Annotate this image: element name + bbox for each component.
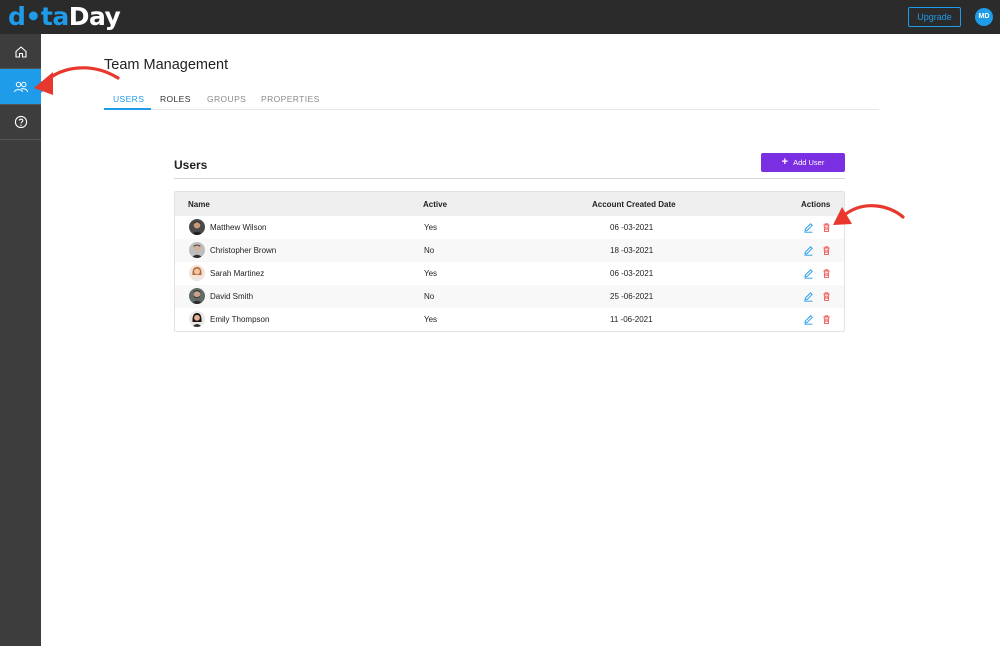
table-row[interactable]: Matthew Wilson Yes 06 -03-2021 [175,216,844,239]
top-bar: d•taDay Upgrade MD [0,0,1000,34]
delete-trash-icon[interactable] [821,222,832,233]
user-created-date: 18 -03-2021 [610,246,654,255]
users-table: Name Active Account Created Date Actions… [174,191,845,332]
user-created-date: 11 -06-2021 [610,315,653,324]
users-icon [13,81,28,92]
sidebar [0,34,47,646]
sidebar-item-team[interactable] [0,69,47,104]
datadday-logo[interactable]: d•taDay [8,2,121,32]
table-row[interactable]: Sarah Martinez Yes 06 -03-2021 [175,262,844,285]
add-user-button[interactable]: + Add User [761,153,845,172]
plus-icon: + [781,156,789,168]
user-avatar-photo [189,311,205,327]
user-avatar-photo [189,265,205,281]
users-section-title: Users [174,158,208,172]
user-created-date: 25 -06-2021 [610,292,654,301]
active-tab-indicator [104,108,151,110]
user-active: Yes [424,223,438,232]
user-created-date: 06 -03-2021 [610,269,654,278]
sidebar-item-help[interactable] [0,104,41,139]
user-name: David Smith [210,292,254,301]
user-avatar-photo [189,219,205,235]
help-circle-icon [14,115,27,128]
column-header-created-date[interactable]: Account Created Date [592,200,676,209]
table-row[interactable]: Christopher Brown No 18 -03-2021 [175,239,844,262]
user-name: Christopher Brown [210,246,277,255]
column-header-actions: Actions [801,200,831,209]
tab-roles[interactable]: ROLES [160,94,191,104]
tab-groups[interactable]: GROUPS [207,94,246,104]
user-active: No [424,246,435,255]
logo-text-part2: Day [68,2,121,31]
delete-trash-icon[interactable] [821,268,832,279]
tab-bar: USERS ROLES GROUPS PROPERTIES [104,88,879,110]
edit-pencil-icon[interactable] [803,314,814,325]
logo-text-part1: d•ta [8,2,69,31]
sidebar-divider [0,139,41,140]
user-name: Matthew Wilson [210,223,267,232]
table-row[interactable]: Emily Thompson Yes 11 -06-2021 [175,308,844,331]
sidebar-item-home[interactable] [0,34,41,69]
edit-pencil-icon[interactable] [803,291,814,302]
column-header-active[interactable]: Active [423,200,447,209]
user-avatar-photo [189,288,205,304]
edit-pencil-icon[interactable] [803,268,814,279]
delete-trash-icon[interactable] [821,291,832,302]
user-active: Yes [424,315,438,324]
section-divider [174,178,845,179]
add-user-label: Add User [793,158,825,167]
user-avatar-photo [189,242,205,258]
user-name: Sarah Martinez [210,269,265,278]
user-active: No [424,292,435,301]
table-header: Name Active Account Created Date Actions [175,192,844,216]
edit-pencil-icon[interactable] [803,222,814,233]
table-row[interactable]: David Smith No 25 -06-2021 [175,285,844,308]
column-header-name[interactable]: Name [188,200,210,209]
annotation-arrow-actions [840,204,905,219]
delete-trash-icon[interactable] [821,245,832,256]
edit-pencil-icon[interactable] [803,245,814,256]
delete-trash-icon[interactable] [821,314,832,325]
tab-users[interactable]: USERS [113,94,144,104]
tab-properties[interactable]: PROPERTIES [261,94,320,104]
user-name: Emily Thompson [210,315,270,324]
upgrade-button[interactable]: Upgrade [908,7,961,27]
user-active: Yes [424,269,438,278]
page-title: Team Management [104,57,229,73]
user-created-date: 06 -03-2021 [610,223,654,232]
home-icon [14,45,27,58]
user-avatar[interactable]: MD [975,8,993,26]
